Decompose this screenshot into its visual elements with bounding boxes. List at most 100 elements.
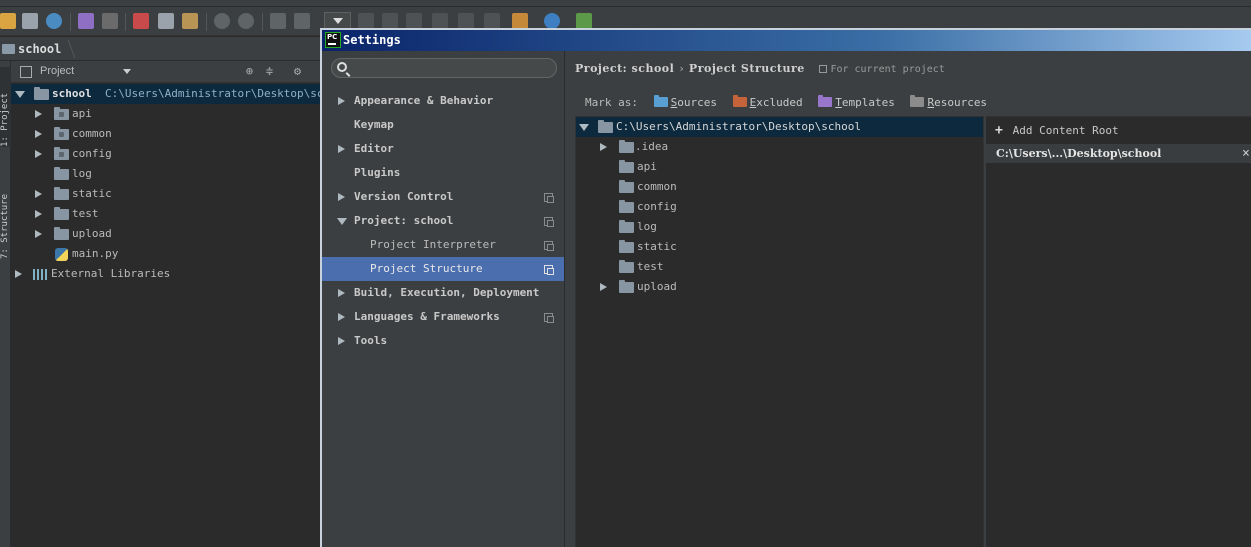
add-root-label: Add Content Root <box>1012 124 1119 137</box>
tree-row[interactable]: log <box>11 164 320 184</box>
content-tree-row[interactable]: api <box>576 157 983 177</box>
content-tree-row[interactable]: .idea <box>576 137 983 157</box>
tool-tab-structure[interactable]: 7: Structure <box>0 169 11 259</box>
find-icon[interactable] <box>214 13 230 29</box>
nav-keymap[interactable]: Keymap <box>322 113 564 137</box>
tree-label: api <box>637 160 657 173</box>
paste-icon[interactable] <box>182 13 198 29</box>
tree-row-school[interactable]: school C:\Users\Administrator\Desktop\sc… <box>11 84 350 104</box>
mark-resources-button[interactable]: Resources <box>910 95 987 111</box>
redo-icon[interactable] <box>102 13 118 29</box>
tree-row[interactable]: config <box>11 144 320 164</box>
content-tree: C:\Users\Administrator\Desktop\school .i… <box>575 116 984 547</box>
add-content-root-button[interactable]: + Add Content Root <box>995 123 1119 139</box>
navigation-bar: school <box>0 37 320 61</box>
expand-arrow-icon[interactable] <box>35 150 42 158</box>
nav-build-execution-deployment[interactable]: Build, Execution, Deployment <box>322 281 564 305</box>
gear-icon[interactable]: ⚙ <box>291 65 304 78</box>
content-tree-row[interactable]: log <box>576 217 983 237</box>
collapse-arrow-icon[interactable] <box>579 124 589 131</box>
content-tree-row[interactable]: upload <box>576 277 983 297</box>
content-tree-row[interactable]: common <box>576 177 983 197</box>
content-tree-row[interactable]: config <box>576 197 983 217</box>
content-tree-root[interactable]: C:\Users\Administrator\Desktop\school <box>576 117 983 137</box>
sync-icon[interactable] <box>46 13 62 29</box>
folder-icon <box>54 207 69 220</box>
scroll-from-source-icon[interactable]: ⊕ <box>243 65 256 78</box>
tree-label: static <box>637 240 677 253</box>
nav-crumb-school[interactable]: school <box>0 37 61 61</box>
coverage-icon[interactable] <box>406 13 422 29</box>
expand-arrow-icon[interactable] <box>338 193 345 201</box>
nav-languages-frameworks[interactable]: Languages & Frameworks <box>322 305 564 329</box>
templates-folder-icon <box>818 95 833 107</box>
close-icon[interactable]: × <box>1242 144 1250 163</box>
expand-arrow-icon[interactable] <box>15 91 25 98</box>
tree-row[interactable]: upload <box>11 224 320 244</box>
settings-search-box[interactable] <box>331 58 557 78</box>
mark-sources-button[interactable]: Sources <box>653 95 717 111</box>
back-icon[interactable] <box>270 13 286 29</box>
content-tree-row[interactable]: static <box>576 237 983 257</box>
cut-icon[interactable] <box>133 13 149 29</box>
content-root-row[interactable]: C:\Users\...\Desktop\school × <box>986 144 1251 163</box>
expand-arrow-icon[interactable] <box>600 143 607 151</box>
nav-editor[interactable]: Editor <box>322 137 564 161</box>
collapse-all-icon[interactable]: ≑ <box>263 65 276 78</box>
concurrency-icon[interactable] <box>458 13 474 29</box>
stop-icon[interactable] <box>484 13 500 29</box>
project-view-selector[interactable]: Project <box>40 61 74 82</box>
tree-row[interactable]: static <box>11 184 320 204</box>
nav-appearance-behavior[interactable]: Appearance & Behavior <box>322 89 564 113</box>
collapse-arrow-icon[interactable] <box>337 218 347 225</box>
expand-arrow-icon[interactable] <box>338 313 345 321</box>
expand-arrow-icon[interactable] <box>35 230 42 238</box>
save-icon[interactable] <box>22 13 38 29</box>
copy-icon[interactable] <box>158 13 174 29</box>
expand-arrow-icon[interactable] <box>338 337 345 345</box>
search-input[interactable] <box>354 60 552 76</box>
settings-icon[interactable] <box>512 13 528 29</box>
breadcrumb-project[interactable]: Project: school <box>575 62 674 75</box>
nav-project-structure[interactable]: Project Structure <box>322 257 564 281</box>
expand-arrow-icon[interactable] <box>35 210 42 218</box>
python-console-icon[interactable] <box>576 13 592 29</box>
help-icon[interactable] <box>544 13 560 29</box>
nav-plugins[interactable]: Plugins <box>322 161 564 185</box>
expand-arrow-icon[interactable] <box>600 283 607 291</box>
nav-tools[interactable]: Tools <box>322 329 564 353</box>
tree-row[interactable]: common <box>11 124 320 144</box>
nav-project-school[interactable]: Project: school <box>322 209 564 233</box>
tree-row[interactable]: External Libraries <box>11 264 320 284</box>
content-tree-row[interactable]: test <box>576 257 983 277</box>
expand-arrow-icon[interactable] <box>338 145 345 153</box>
project-scope-icon <box>544 241 554 251</box>
tree-row[interactable]: test <box>11 204 320 224</box>
mark-templates-button[interactable]: Templates <box>818 95 895 111</box>
expand-arrow-icon[interactable] <box>35 110 42 118</box>
tree-row[interactable]: api <box>11 104 320 124</box>
expand-arrow-icon[interactable] <box>35 130 42 138</box>
folder-icon <box>619 140 634 153</box>
tree-row[interactable]: main.py <box>11 244 320 264</box>
nav-project-interpreter[interactable]: Project Interpreter <box>322 233 564 257</box>
expand-arrow-icon[interactable] <box>15 270 22 278</box>
profile-icon[interactable] <box>432 13 448 29</box>
dialog-title-bar[interactable]: PC Settings <box>322 30 1251 51</box>
breadcrumb-separator: › <box>678 62 685 75</box>
mark-excluded-button[interactable]: Excluded <box>732 95 803 111</box>
tree-label: .idea <box>635 140 669 153</box>
expand-arrow-icon[interactable] <box>338 97 345 105</box>
nav-version-control[interactable]: Version Control <box>322 185 564 209</box>
open-folder-icon[interactable] <box>0 13 16 29</box>
undo-icon[interactable] <box>78 13 94 29</box>
forward-icon[interactable] <box>294 13 310 29</box>
replace-icon[interactable] <box>238 13 254 29</box>
expand-arrow-icon[interactable] <box>35 190 42 198</box>
chevron-down-icon[interactable] <box>123 69 131 74</box>
tree-label: main.py <box>72 247 119 260</box>
debug-icon[interactable] <box>382 13 398 29</box>
run-icon[interactable] <box>358 13 374 29</box>
expand-arrow-icon[interactable] <box>338 289 345 297</box>
tool-tab-project[interactable]: 1: Project <box>0 67 11 147</box>
